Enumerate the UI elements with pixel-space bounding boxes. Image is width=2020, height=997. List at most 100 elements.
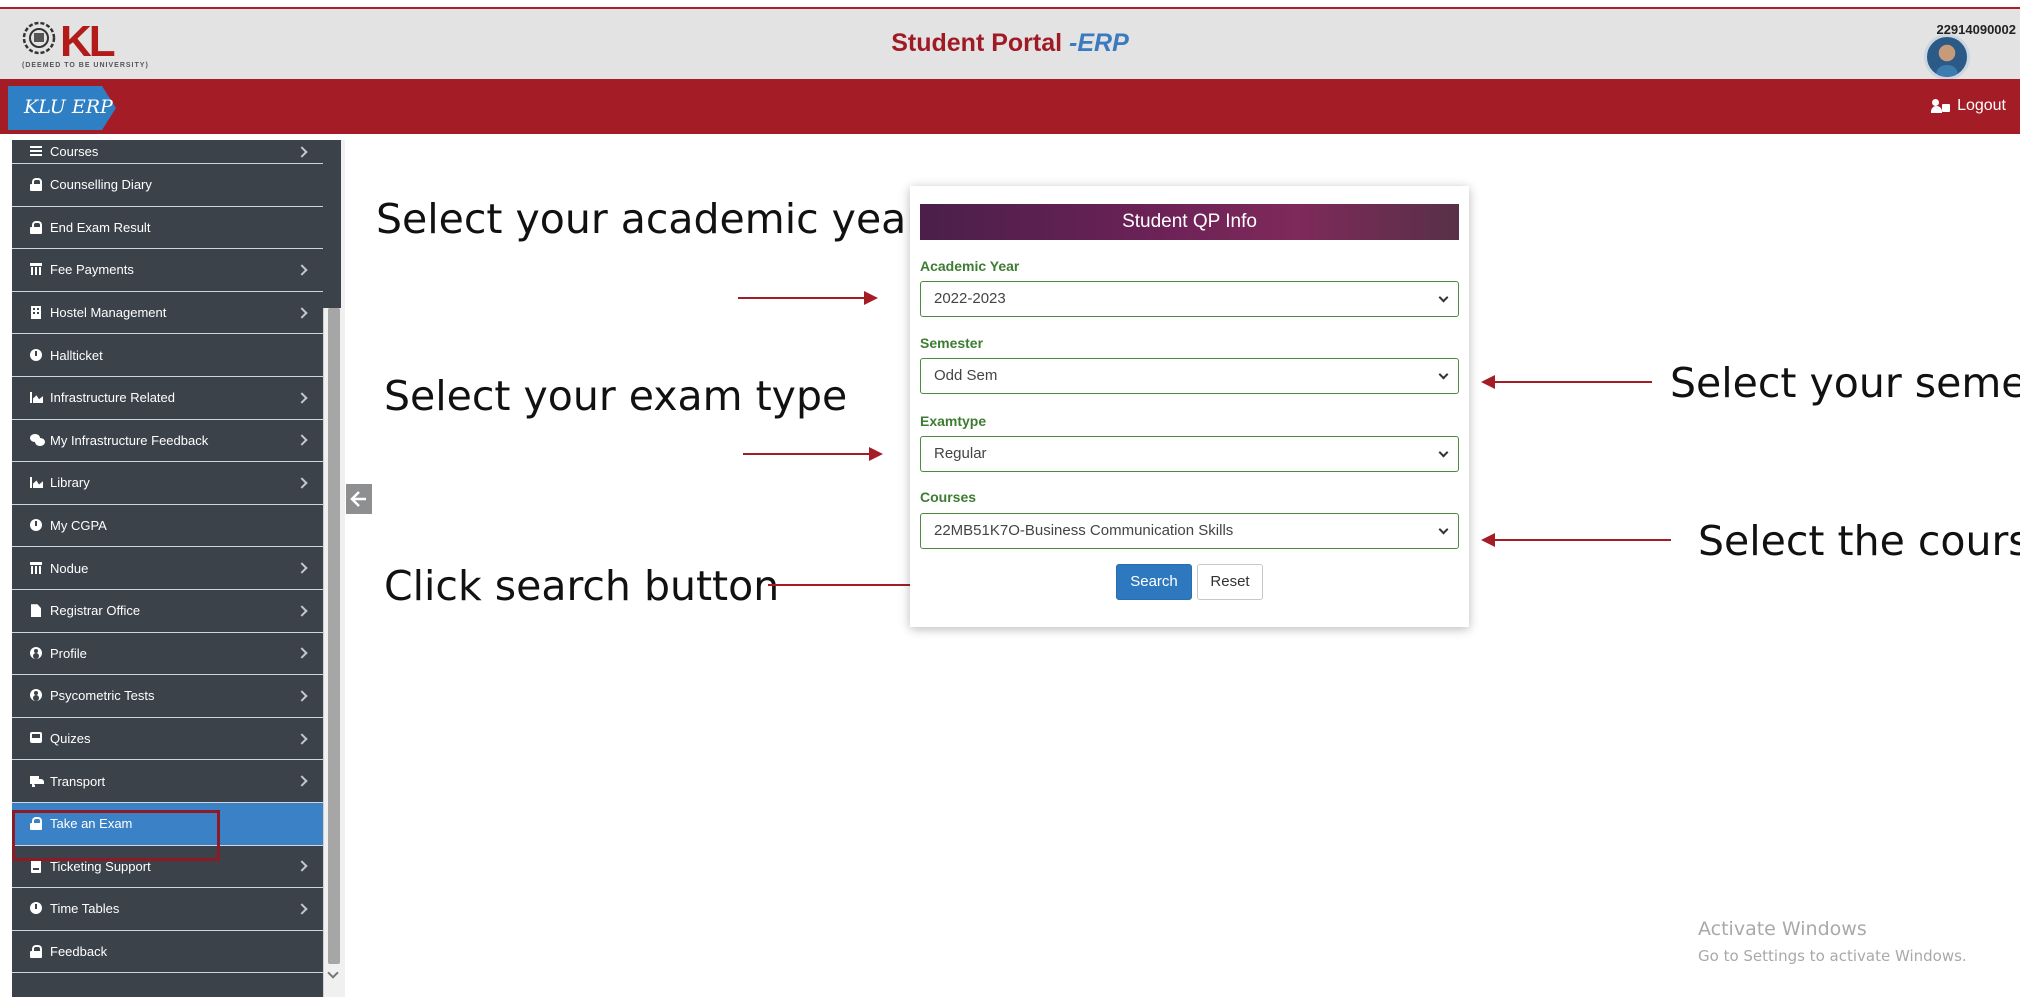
card-title: Student QP Info (920, 204, 1459, 240)
courses-label: Courses (920, 489, 977, 505)
chart-icon (30, 476, 44, 489)
sidebar-item-courses[interactable]: Courses (12, 140, 324, 164)
sidebar-item-counselling-diary[interactable]: Counselling Diary (12, 164, 324, 207)
chevron-right-icon (296, 903, 308, 915)
sidebar-item-label: Profile (50, 645, 87, 661)
courses-value: 22MB51K7O-Business Communication Skills (934, 522, 1234, 539)
examtype-label: Examtype (920, 413, 987, 429)
semester-label: Semester (920, 335, 984, 351)
top-header: KL (DEEMED TO BE UNIVERSITY) Student Por… (0, 9, 2020, 79)
examtype-select[interactable]: Regular (920, 436, 1459, 472)
sidebar-item-nodue[interactable]: Nodue (12, 547, 324, 590)
sidebar-item-label: My CGPA (50, 518, 107, 534)
sidebar-item-label: Time Tables (50, 901, 120, 917)
logo-subtext: (DEEMED TO BE UNIVERSITY) (22, 62, 149, 69)
clock-icon (30, 902, 44, 915)
sidebar-scroll-track-shade (323, 140, 341, 308)
arrow-course (1481, 533, 1671, 547)
sidebar-item-registrar-office[interactable]: Registrar Office (12, 590, 324, 633)
sidebar-item-label: Nodue (50, 560, 89, 576)
sidebar-item-feedback[interactable]: Feedback (12, 931, 324, 974)
chevron-down-icon (1438, 292, 1449, 303)
bank-icon (30, 561, 44, 575)
sidebar: Courses Counselling Diary End Exam Result F… (12, 140, 345, 997)
clock-icon (30, 348, 44, 362)
scroll-down-icon[interactable] (327, 967, 339, 979)
sidebar-item-label: Ticketing Support (50, 858, 151, 874)
annotation-academic-year: Select your academic year (376, 195, 924, 243)
page-title-main: Student Portal (891, 29, 1063, 57)
sidebar-item-label: Psycometric Tests (50, 688, 155, 704)
search-button[interactable]: Search (1116, 564, 1192, 600)
sidebar-item-label: Courses (50, 144, 99, 159)
sidebar-item-label: Registrar Office (50, 603, 141, 619)
sidebar-item-hallticket[interactable]: Hallticket (12, 334, 324, 377)
sidebar-item-end-exam-result[interactable]: End Exam Result (12, 207, 324, 250)
sidebar-item-my-cgpa[interactable]: My CGPA (12, 505, 324, 548)
arrow-left-icon (350, 491, 366, 507)
sidebar-item-quizes[interactable]: Quizes (12, 718, 324, 761)
sidebar-item-label: Feedback (50, 943, 108, 959)
sidebar-item-fee-payments[interactable]: Fee Payments (12, 249, 324, 292)
logout-link[interactable]: Logout (1931, 97, 2006, 115)
chevron-right-icon (296, 306, 308, 319)
main-navbar (0, 79, 2020, 134)
sidebar-item-label: Hallticket (50, 347, 103, 363)
academic-year-select[interactable]: 2022-2023 (920, 281, 1459, 317)
sidebar-item-label: End Exam Result (50, 219, 151, 235)
chevron-right-icon (296, 434, 308, 447)
arrow-exam-type (743, 447, 883, 461)
sidebar-item-label: Transport (50, 773, 106, 789)
avatar[interactable] (1924, 34, 1970, 80)
sidebar-item-time-tables[interactable]: Time Tables (12, 888, 324, 931)
sidebar-item-my-infrastructure-feedback[interactable]: My Infrastructure Feedback (12, 420, 324, 463)
annotation-semester: Select your semes (1670, 359, 2020, 407)
academic-year-label: Academic Year (920, 258, 1020, 274)
reset-button[interactable]: Reset (1197, 564, 1263, 600)
brand-text[interactable]: KLU ERP (24, 96, 113, 118)
courses-select[interactable]: 22MB51K7O-Business Communication Skills (920, 513, 1459, 549)
sidebar-collapse-button[interactable] (346, 484, 372, 514)
academic-year-value: 2022-2023 (934, 290, 1006, 307)
lock-icon (30, 178, 44, 192)
sidebar-item-library[interactable]: Library (12, 462, 324, 505)
sidebar-item-label: Library (50, 475, 90, 491)
ticket-icon (30, 859, 44, 873)
sidebar-item-label: Hostel Management (50, 305, 167, 321)
chevron-right-icon (296, 647, 308, 659)
take-exam-highlight (12, 810, 220, 861)
lock-icon (30, 944, 44, 958)
chevron-right-icon (296, 145, 308, 158)
sidebar-item-transport[interactable]: Transport (12, 760, 324, 803)
logout-label: Logout (1957, 97, 2006, 114)
chevron-right-icon (296, 860, 308, 872)
annotation-exam-type: Select your exam type (384, 372, 848, 420)
chevron-right-icon (296, 775, 308, 787)
chevron-right-icon (296, 264, 308, 276)
user-circle-icon (30, 689, 44, 702)
chevron-right-icon (296, 605, 308, 617)
sidebar-item-psycometric-tests[interactable]: Psycometric Tests (12, 675, 324, 718)
scroll-thumb[interactable] (328, 308, 340, 964)
page-title-suffix: -ERP (1069, 29, 1129, 57)
lock-icon (30, 220, 44, 234)
sidebar-item-infrastructure-related[interactable]: Infrastructure Related (12, 377, 324, 420)
chevron-right-icon (296, 690, 308, 702)
semester-select[interactable]: Odd Sem (920, 358, 1459, 394)
user-lock-icon (1931, 99, 1951, 113)
annotation-course: Select the course (1698, 517, 2020, 565)
examtype-value: Regular (934, 445, 987, 462)
chevron-right-icon (296, 732, 308, 745)
annotation-search: Click search button (384, 562, 780, 610)
chart-icon (30, 391, 44, 404)
sidebar-item-label: Quizes (50, 731, 91, 747)
sidebar-item-hostel-management[interactable]: Hostel Management (12, 292, 324, 335)
chevron-down-icon (1438, 447, 1449, 458)
semester-value: Odd Sem (934, 367, 998, 384)
chevron-down-icon (1438, 524, 1449, 535)
user-circle-icon (30, 646, 44, 660)
list-icon (30, 145, 44, 158)
chevron-right-icon (296, 392, 308, 404)
top-border (0, 0, 2020, 9)
sidebar-item-profile[interactable]: Profile (12, 633, 324, 676)
